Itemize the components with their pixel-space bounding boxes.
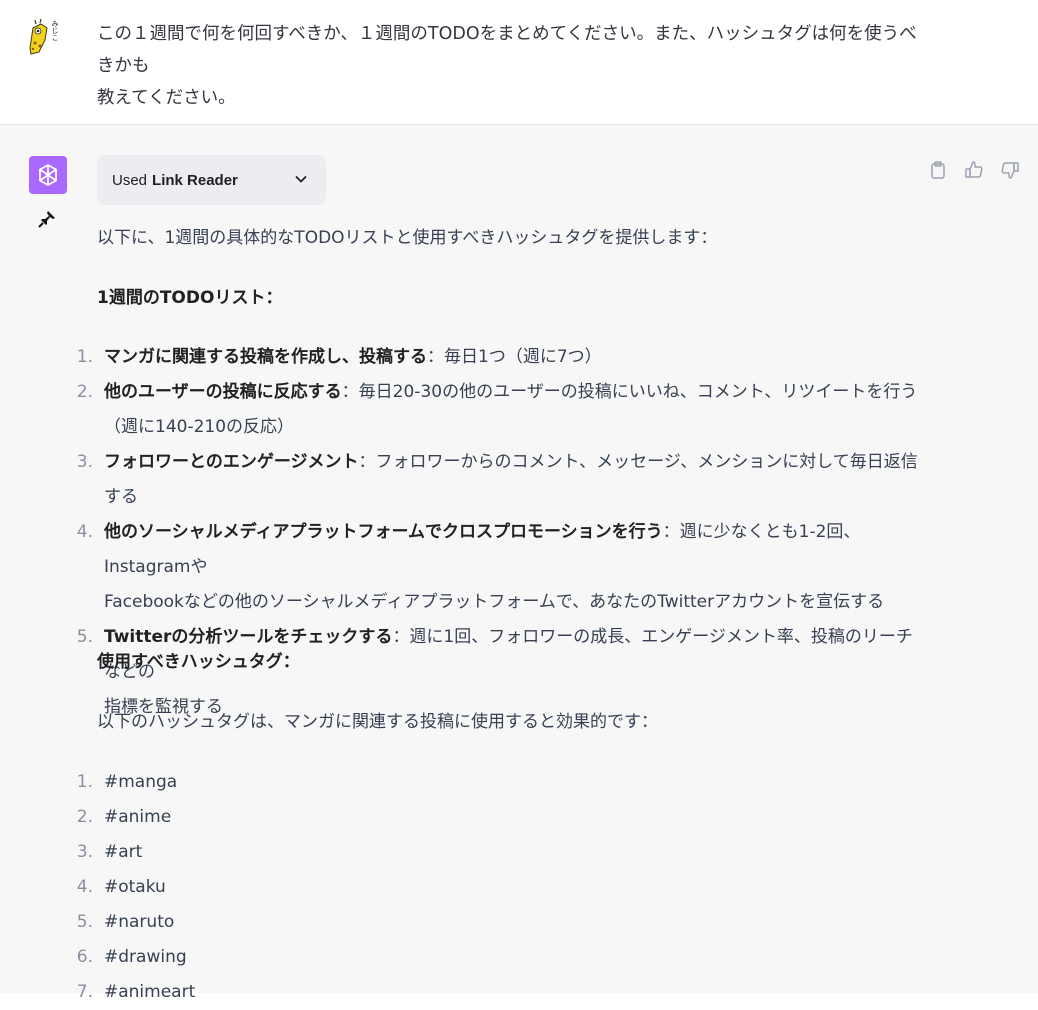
list-number: 1. <box>76 347 93 367</box>
list-number: 3. <box>76 452 93 472</box>
hashtag-text: #otaku <box>104 877 166 897</box>
hashtag-item: 4. #otaku <box>77 870 195 905</box>
list-number: 2. <box>76 807 93 827</box>
todo-title: 他のユーザーの投稿に反応する <box>104 382 342 402</box>
hashtag-item: 1. #manga <box>77 765 195 800</box>
todo-detail-continued: （週に140-210の反応） <box>104 417 295 437</box>
todo-detail: ：毎日1つ（週に7つ） <box>427 347 602 367</box>
giraffe-avatar-icon: みじこ <box>27 18 63 58</box>
list-number: 4. <box>76 522 93 542</box>
message-actions <box>928 160 1020 180</box>
hashtag-item: 2. #anime <box>77 800 195 835</box>
todo-detail-continued: Facebookなどの他のソーシャルメディアプラットフォームで、あなたのTwit… <box>104 592 885 612</box>
thumbs-up-icon[interactable] <box>964 160 984 180</box>
clipboard-icon[interactable] <box>928 160 948 180</box>
todo-detail: ：毎日20-30の他のユーザーの投稿にいいね、コメント、リツイートを行う <box>341 382 918 402</box>
todo-item: 2. 他のユーザーの投稿に反応する：毎日20-30の他のユーザーの投稿にいいね、… <box>77 375 927 445</box>
avatar-handwritten-text: みじこ <box>51 20 59 41</box>
hashtag-text: #art <box>104 842 143 862</box>
hashtag-text: #drawing <box>104 947 187 967</box>
list-number: 2. <box>76 382 93 402</box>
hashtag-text: #manga <box>104 772 178 792</box>
todo-title: マンガに関連する投稿を作成し、投稿する <box>104 347 427 367</box>
plugin-used-dropdown[interactable]: Used Link Reader <box>97 155 326 205</box>
todo-title: Twitterの分析ツールをチェックする <box>104 627 393 647</box>
intro-text: 以下に、1週間の具体的なTODOリストと使用すべきハッシュタグを提供します： <box>97 228 718 248</box>
thumbs-down-icon[interactable] <box>1000 160 1020 180</box>
openai-logo-icon <box>29 156 67 194</box>
hashtag-item: 3. #art <box>77 835 195 870</box>
list-number: 6. <box>76 947 93 967</box>
hashtag-intro: 以下のハッシュタグは、マンガに関連する投稿に使用すると効果的です： <box>97 712 658 732</box>
list-number: 3. <box>76 842 93 862</box>
list-number: 1. <box>76 772 93 792</box>
todo-item: 1. マンガに関連する投稿を作成し、投稿する：毎日1つ（週に7つ） <box>77 340 927 375</box>
list-number: 5. <box>76 912 93 932</box>
user-message-line: 教えてください。 <box>97 88 236 108</box>
user-message-line: この１週間で何を何回すべきか、１週間のTODOをまとめてください。また、ハッシュ… <box>97 24 917 76</box>
hashtag-list: 1. #manga 2. #anime 3. #art 4. #otaku 5. #nar… <box>77 765 196 1010</box>
list-number: 4. <box>76 877 93 897</box>
hashtag-item: 5. #naruto <box>77 905 195 940</box>
todo-item: 3. フォロワーとのエンゲージメント：フォロワーからのコメント、メッセージ、メン… <box>77 445 927 515</box>
user-message-text: この１週間で何を何回すべきか、１週間のTODOをまとめてください。また、ハッシュ… <box>97 18 927 114</box>
chevron-down-icon <box>295 175 307 183</box>
assistant-message-row: Used Link Reader 以下に、1週間の具体的なTODOリストと使用す… <box>0 125 1038 1002</box>
hashtag-text: #naruto <box>104 912 175 932</box>
hashtag-heading: 使用すべきハッシュタグ： <box>97 652 300 672</box>
user-message-row: みじこ この１週間で何を何回すべきか、１週間のTODOをまとめてください。また、… <box>0 0 1038 125</box>
hashtag-text: #anime <box>104 807 172 827</box>
todo-title: フォロワーとのエンゲージメント <box>104 452 359 472</box>
todo-heading: 1週間のTODOリスト： <box>97 288 283 308</box>
pin-icon[interactable] <box>37 209 57 229</box>
plugin-name: Link Reader <box>152 171 238 189</box>
todo-item: 4. 他のソーシャルメディアプラットフォームでクロスプロモーションを行う：週に少… <box>77 515 927 620</box>
plugin-used-label: Used <box>112 171 148 189</box>
hashtag-item: 6. #drawing <box>77 940 195 975</box>
todo-title: 他のソーシャルメディアプラットフォームでクロスプロモーションを行う <box>104 522 663 542</box>
list-number: 5. <box>76 627 93 647</box>
